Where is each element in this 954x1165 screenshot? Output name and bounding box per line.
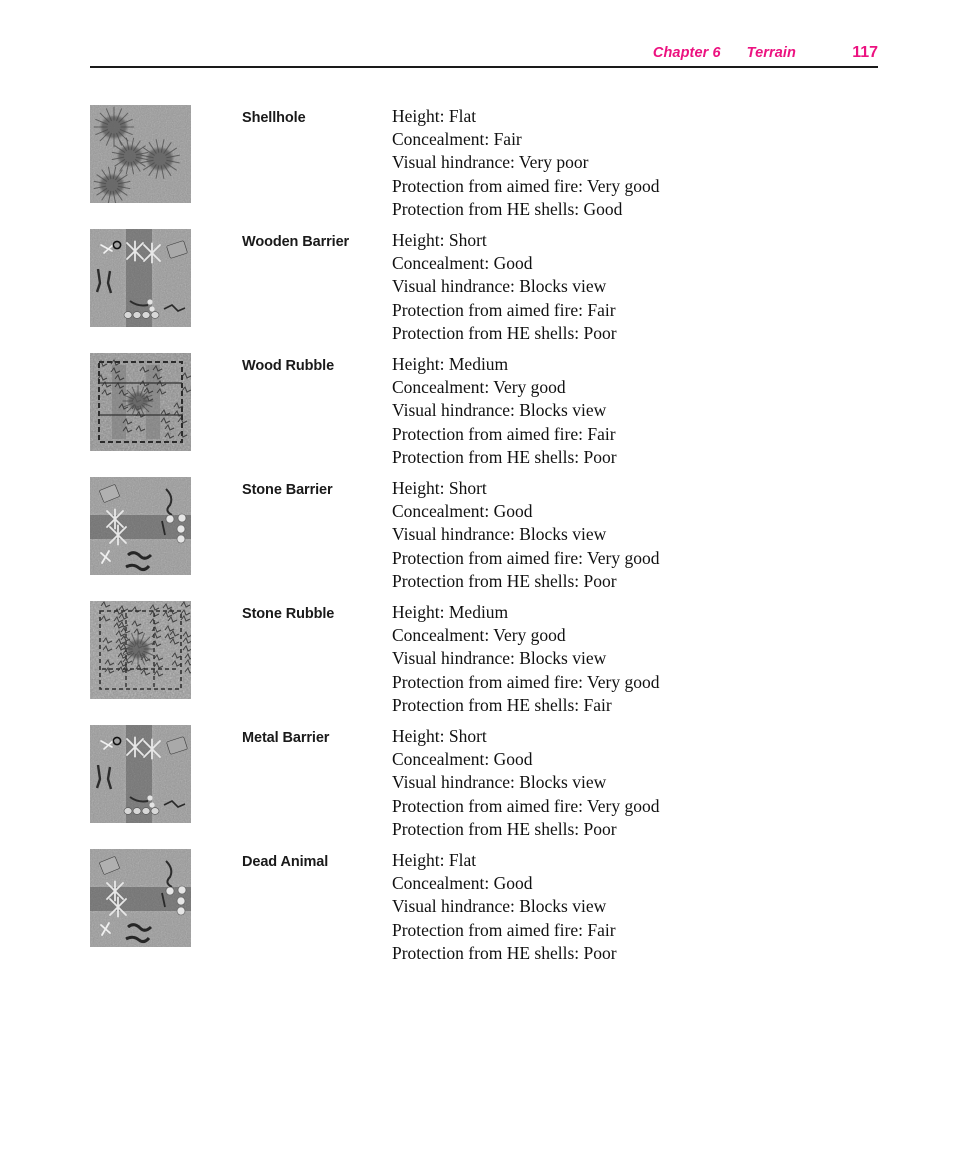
terrain-entry-attributes: Height: Short Concealment: Good Visual hin… xyxy=(392,477,862,593)
running-head-row: Chapter 6 Terrain 117 xyxy=(90,44,878,64)
terrain-attribute-line: Protection from HE shells: Poor xyxy=(392,818,617,839)
terrain-attribute-line: Height: Short xyxy=(392,478,487,498)
terrain-attribute-line: Protection from aimed fire: Very good xyxy=(392,175,660,196)
page-number: 117 xyxy=(852,44,878,61)
terrain-entry: Wood Rubble Height: Medium Concealment: Ve… xyxy=(90,353,890,477)
terrain-attribute-line: Concealment: Good xyxy=(392,253,533,274)
terrain-attribute-line: Height: Medium xyxy=(392,602,509,622)
terrain-attribute-line: Height: Short xyxy=(392,230,487,250)
stone-barrier-terrain-thumbnail xyxy=(90,477,191,575)
terrain-entry-attributes: Height: Medium Concealment: Very good Visu… xyxy=(392,601,862,717)
wood-rubble-terrain-thumbnail xyxy=(90,353,191,451)
header-chapter-label: Chapter 6 xyxy=(652,45,721,61)
running-head: Chapter 6 Terrain 117 xyxy=(90,44,878,69)
terrain-attribute-line: Protection from aimed fire: Fair xyxy=(392,299,616,320)
wooden-barrier-terrain-thumbnail xyxy=(90,229,191,327)
dead-animal-terrain-thumbnail xyxy=(90,849,191,947)
terrain-attribute-line: Concealment: Fair xyxy=(392,129,522,150)
terrain-entry-name: Wooden Barrier xyxy=(242,234,350,250)
terrain-attribute-line: Visual hindrance: Blocks view xyxy=(392,524,607,545)
terrain-attribute-line: Visual hindrance: Blocks view xyxy=(392,648,607,669)
terrain-attribute-line: Height: Flat xyxy=(392,850,477,870)
terrain-attribute-line: Concealment: Very good xyxy=(392,377,566,398)
terrain-attribute-line: Protection from HE shells: Fair xyxy=(392,694,612,715)
terrain-attribute-line: Concealment: Very good xyxy=(392,625,566,646)
stone-rubble-terrain-thumbnail xyxy=(90,601,191,699)
metal-barrier-terrain-thumbnail xyxy=(90,725,191,823)
terrain-attribute-line: Protection from HE shells: Poor xyxy=(392,322,617,343)
header-divider xyxy=(90,66,878,69)
terrain-attribute-line: Protection from HE shells: Poor xyxy=(392,446,617,467)
header-section-label: Terrain xyxy=(746,45,796,61)
terrain-attribute-line: Visual hindrance: Blocks view xyxy=(392,772,607,793)
terrain-entry-list: Shellhole Height: Flat Concealment: Fair Vi… xyxy=(90,105,890,973)
terrain-attribute-line: Concealment: Good xyxy=(392,501,533,522)
terrain-attribute-line: Protection from aimed fire: Very good xyxy=(392,795,660,816)
terrain-attribute-line: Visual hindrance: Blocks view xyxy=(392,400,607,421)
terrain-entry: Wooden Barrier Height: Short Concealment: … xyxy=(90,229,890,353)
terrain-entry: Stone Barrier Height: Short Concealment: G… xyxy=(90,477,890,601)
terrain-entry: Shellhole Height: Flat Concealment: Fair Vi… xyxy=(90,105,890,229)
terrain-attribute-line: Protection from aimed fire: Very good xyxy=(392,547,660,568)
terrain-attribute-line: Protection from aimed fire: Fair xyxy=(392,423,616,444)
terrain-attribute-line: Concealment: Good xyxy=(392,749,533,770)
terrain-entry-name: Stone Barrier xyxy=(242,482,333,498)
terrain-entry-name: Wood Rubble xyxy=(242,358,335,374)
terrain-entry-name: Metal Barrier xyxy=(242,730,330,746)
terrain-entry-attributes: Height: Flat Concealment: Fair Visual hind… xyxy=(392,105,862,221)
terrain-attribute-line: Height: Flat xyxy=(392,106,477,126)
terrain-attribute-line: Protection from aimed fire: Fair xyxy=(392,919,616,940)
terrain-entry-name: Dead Animal xyxy=(242,854,329,870)
shellhole-terrain-thumbnail xyxy=(90,105,191,203)
terrain-entry-attributes: Height: Medium Concealment: Very good Visu… xyxy=(392,353,862,469)
terrain-attribute-line: Protection from HE shells: Poor xyxy=(392,942,617,963)
terrain-attribute-line: Concealment: Good xyxy=(392,873,533,894)
terrain-attribute-line: Protection from HE shells: Poor xyxy=(392,570,617,591)
terrain-attribute-line: Protection from aimed fire: Very good xyxy=(392,671,660,692)
terrain-attribute-line: Visual hindrance: Very poor xyxy=(392,152,589,173)
terrain-entry-attributes: Height: Flat Concealment: Good Visual hind… xyxy=(392,849,862,965)
terrain-entry: Stone Rubble Height: Medium Concealment: V… xyxy=(90,601,890,725)
terrain-entry-attributes: Height: Short Concealment: Good Visual hin… xyxy=(392,725,862,841)
terrain-attribute-line: Protection from HE shells: Good xyxy=(392,198,623,219)
terrain-attribute-line: Height: Short xyxy=(392,726,487,746)
terrain-attribute-line: Height: Medium xyxy=(392,354,509,374)
terrain-entry-attributes: Height: Short Concealment: Good Visual hin… xyxy=(392,229,862,345)
terrain-entry: Dead Animal Height: Flat Concealment: Good… xyxy=(90,849,890,973)
terrain-entry-name: Stone Rubble xyxy=(242,606,335,622)
terrain-attribute-line: Visual hindrance: Blocks view xyxy=(392,896,607,917)
terrain-entry-name: Shellhole xyxy=(242,110,306,126)
terrain-attribute-line: Visual hindrance: Blocks view xyxy=(392,276,607,297)
terrain-entry: Metal Barrier Height: Short Concealment: G… xyxy=(90,725,890,849)
